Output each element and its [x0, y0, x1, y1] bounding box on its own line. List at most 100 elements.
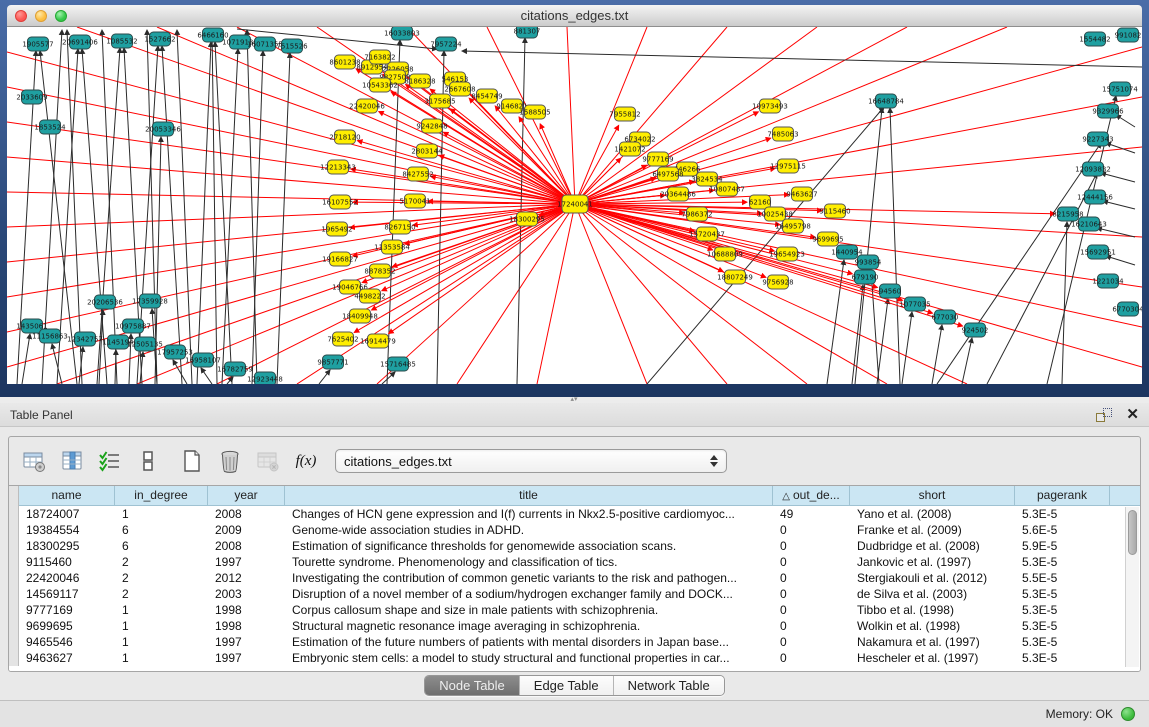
table-cell[interactable]: 5.6E-5: [1015, 522, 1110, 538]
graph-node[interactable]: 10975887: [115, 319, 151, 333]
tab-edge-table[interactable]: Edge Table: [520, 676, 614, 695]
column-header-short[interactable]: short: [850, 486, 1015, 506]
table-cell[interactable]: Embryonic stem cells: a model to study s…: [285, 650, 773, 666]
table-cell[interactable]: 2009: [208, 522, 285, 538]
table-selector-dropdown[interactable]: citations_edges.txt: [335, 449, 727, 473]
table-cell[interactable]: 5.3E-5: [1015, 602, 1110, 618]
table-row[interactable]: 977716911998Corpus callosum shape and si…: [9, 602, 1140, 618]
table-cell[interactable]: 5.9E-5: [1015, 538, 1110, 554]
table-cell[interactable]: 0: [773, 586, 850, 602]
row-height-button[interactable]: [135, 448, 161, 474]
table-row[interactable]: 969969511998Structural magnetic resonanc…: [9, 618, 1140, 634]
column-header-name[interactable]: name: [19, 486, 115, 506]
function-builder-button[interactable]: f(x): [293, 448, 319, 474]
table-cell[interactable]: Tourette syndrome. Phenomenology and cla…: [285, 554, 773, 570]
table-cell[interactable]: 1: [115, 650, 208, 666]
splitter-grip-icon[interactable]: ▴▾: [568, 398, 580, 402]
graph-node[interactable]: 9756928: [762, 275, 793, 289]
graph-node[interactable]: 10973493: [752, 99, 788, 113]
table-cell[interactable]: 1: [115, 602, 208, 618]
table-cell[interactable]: Dudbridge et al. (2008): [850, 538, 1015, 554]
table-cell[interactable]: 0: [773, 570, 850, 586]
table-cell[interactable]: 1997: [208, 650, 285, 666]
graph-node[interactable]: 9857771: [317, 355, 348, 369]
graph-node[interactable]: 16107552: [322, 195, 358, 209]
tab-node-table[interactable]: Node Table: [425, 676, 520, 695]
table-row[interactable]: 1938455462009Genome-wide association stu…: [9, 522, 1140, 538]
table-cell[interactable]: 2008: [208, 538, 285, 554]
delete-column-button[interactable]: [217, 448, 243, 474]
graph-node[interactable]: 15716485: [380, 357, 416, 371]
table-cell[interactable]: 1997: [208, 634, 285, 650]
graph-node[interactable]: 20053346: [145, 122, 181, 136]
table-cell[interactable]: 18300295: [19, 538, 115, 554]
network-canvas[interactable]: 8601238891295422260589827508818632854615…: [7, 27, 1142, 384]
graph-node[interactable]: 1085532: [106, 34, 137, 48]
table-cell[interactable]: 5.3E-5: [1015, 634, 1110, 650]
table-cell[interactable]: Changes of HCN gene expression and I(f) …: [285, 506, 773, 522]
graph-node[interactable]: 8267150: [384, 220, 415, 234]
column-header-in-degree[interactable]: in_degree: [115, 486, 208, 506]
table-cell[interactable]: 5.3E-5: [1015, 618, 1110, 634]
table-cell[interactable]: 0: [773, 538, 850, 554]
table-cell[interactable]: 2012: [208, 570, 285, 586]
table-row[interactable]: 2242004622012Investigating the contribut…: [9, 570, 1140, 586]
table-cell[interactable]: 1997: [208, 554, 285, 570]
table-cell[interactable]: 1: [115, 506, 208, 522]
graph-node[interactable]: 677030: [932, 310, 959, 324]
graph-node[interactable]: 1554482: [1079, 32, 1110, 46]
table-cell[interactable]: Wolkin et al. (1998): [850, 618, 1015, 634]
table-cell[interactable]: 5.3E-5: [1015, 650, 1110, 666]
table-cell[interactable]: 9465546: [19, 634, 115, 650]
table-row[interactable]: 1830029562008Estimation of significance …: [9, 538, 1140, 554]
tab-network-table[interactable]: Network Table: [614, 676, 724, 695]
table-cell[interactable]: 1998: [208, 602, 285, 618]
graph-node[interactable]: 9329966: [1092, 104, 1124, 118]
table-cell[interactable]: 1998: [208, 618, 285, 634]
table-row[interactable]: 911546021997Tourette syndrome. Phenomeno…: [9, 554, 1140, 570]
table-vertical-scrollbar[interactable]: [1125, 507, 1139, 667]
table-cell[interactable]: 6: [115, 522, 208, 538]
graph-node[interactable]: 1905577: [22, 37, 53, 51]
table-cell[interactable]: Estimation of significance thresholds fo…: [285, 538, 773, 554]
table-cell[interactable]: Corpus callosum shape and size in male p…: [285, 602, 773, 618]
table-row[interactable]: 946362711997Embryonic stem cells: a mode…: [9, 650, 1140, 666]
table-cell[interactable]: 9115460: [19, 554, 115, 570]
table-row[interactable]: 1456911722003Disruption of a novel membe…: [9, 586, 1140, 602]
table-cell[interactable]: 49: [773, 506, 850, 522]
table-cell[interactable]: 0: [773, 634, 850, 650]
table-cell[interactable]: 5.3E-5: [1015, 586, 1110, 602]
graph-node[interactable]: 7625402: [327, 332, 358, 346]
graph-node[interactable]: 9699695: [812, 232, 843, 246]
graph-node[interactable]: 9115460: [819, 204, 850, 218]
table-cell[interactable]: 1: [115, 618, 208, 634]
graph-node[interactable]: 15751074: [1102, 82, 1138, 96]
table-cell[interactable]: 2008: [208, 506, 285, 522]
column-header-title[interactable]: title: [285, 486, 773, 506]
table-cell[interactable]: 14569117: [19, 586, 115, 602]
table-cell[interactable]: 2003: [208, 586, 285, 602]
graph-node[interactable]: 94560: [879, 284, 901, 298]
table-cell[interactable]: 9463627: [19, 650, 115, 666]
column-header-out-de-[interactable]: △out_de...: [773, 486, 850, 506]
table-cell[interactable]: Genome-wide association studies in ADHD.: [285, 522, 773, 538]
graph-node[interactable]: 16914479: [360, 334, 396, 348]
graph-node[interactable]: 679190: [852, 270, 879, 284]
graph-node[interactable]: 6770304: [1112, 302, 1142, 316]
table-cell[interactable]: 0: [773, 602, 850, 618]
table-cell[interactable]: Estimation of the future numbers of pati…: [285, 634, 773, 650]
graph-node[interactable]: 16033803: [384, 27, 420, 40]
table-cell[interactable]: Franke et al. (2009): [850, 522, 1015, 538]
table-cell[interactable]: Jankovic et al. (1997): [850, 554, 1015, 570]
table-cell[interactable]: 2: [115, 554, 208, 570]
table-row[interactable]: 946554611997Estimation of the future num…: [9, 634, 1140, 650]
table-mode-button[interactable]: [21, 448, 47, 474]
table-cell[interactable]: 22420046: [19, 570, 115, 586]
graph-node[interactable]: 5170041: [399, 194, 430, 208]
table-cell[interactable]: 18724007: [19, 506, 115, 522]
table-cell[interactable]: 19384554: [19, 522, 115, 538]
table-cell[interactable]: 0: [773, 522, 850, 538]
table-cell[interactable]: 2: [115, 570, 208, 586]
table-row[interactable]: 1872400712008Changes of HCN gene express…: [9, 506, 1140, 522]
window-titlebar[interactable]: citations_edges.txt: [7, 5, 1142, 27]
